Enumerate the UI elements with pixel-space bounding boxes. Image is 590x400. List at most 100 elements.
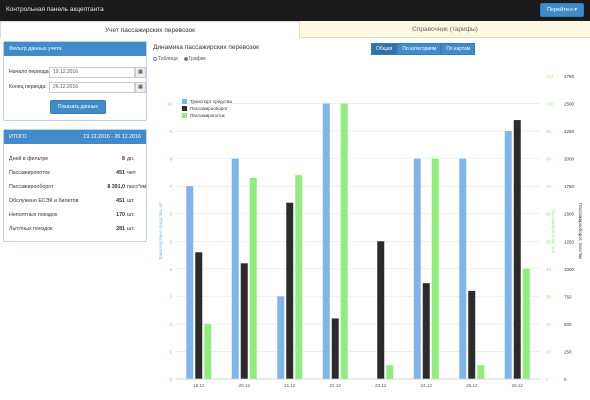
totals-row-label: Дней в фильтре (9, 156, 49, 162)
totals-row-label: Неполтных поездок (9, 212, 58, 218)
chart-bar (431, 158, 439, 379)
x-axis-tick-label: 25.12 (466, 383, 478, 388)
chart-bar (386, 365, 394, 379)
right-axis-tick-label: 30 (546, 294, 552, 299)
totals-row: Обслужено ЕСЭК и билетов 451 шт. (9, 196, 143, 207)
left-axis-tick-label: 3 (169, 294, 172, 299)
right-axis-tick-label: 20 (546, 322, 552, 327)
totals-row: Пассажирооборот 8 391,0 пасс*км (9, 182, 147, 193)
filter-panel-header: Фильтр данных учета (4, 42, 146, 56)
main-tabs: Учет пассажирских перевозок Справочник (… (0, 21, 590, 39)
right-axis-tick-label: 0 (546, 377, 549, 382)
chart-bar (422, 283, 430, 379)
x-axis-tick-label: 26.12 (512, 383, 524, 388)
chart-bar (322, 103, 330, 379)
totals-row-label: Пассажирооборот (9, 184, 54, 190)
totals-row-label: Пассажиропоток (9, 170, 50, 176)
right-axis-tick-label: 50 (546, 239, 552, 244)
far-right-axis-tick-label: 2500 (564, 102, 575, 107)
goto-dropdown-button[interactable]: Перейти к ▾ (539, 3, 584, 17)
far-right-axis-tick-label: 1250 (564, 239, 575, 244)
totals-row: Дней в фильтре 8 дн. (9, 154, 143, 165)
right-axis-tick-label: 40 (546, 267, 552, 272)
left-axis-tick-label: 7 (169, 184, 172, 189)
far-right-axis-tick-label: 0 (564, 377, 567, 382)
top-navbar: Контрольная панель акцептанта Перейти к … (0, 0, 590, 21)
right-axis-tick-label: 10 (546, 349, 552, 354)
tab-tariff-reference[interactable]: Справочник (тарифы) (300, 21, 590, 38)
chart-panel: Динамика пассажирских перевозок Таблица … (150, 41, 590, 400)
chart-bar (468, 290, 476, 379)
far-right-axis-tick-label: 2000 (564, 157, 575, 162)
end-date-row: Конец периода: 26.12.2016 ▦ (9, 82, 146, 94)
chart-bar (186, 186, 194, 379)
totals-row-unit: пасс*км (127, 184, 147, 190)
chart-bar (331, 318, 339, 379)
totals-row-unit: дн. (127, 156, 135, 162)
totals-row: Неполтных поездок 170 шт. (9, 210, 143, 221)
app-title: Контрольная панель акцептанта (6, 6, 104, 13)
far-right-axis-tick-label: 750 (564, 294, 572, 299)
passenger-chart: 0123456789100102030405060708090100110025… (158, 74, 583, 388)
far-right-axis-tick-label: 500 (564, 322, 572, 327)
legend-label: Пассажиропоток (190, 113, 225, 118)
start-date-row: Начало периода: 19.12.2016 ▦ (9, 67, 146, 79)
legend-label: Пассажирооборот (190, 106, 228, 111)
right-axis-tick-label: 90 (546, 129, 552, 134)
right-axis-tick-label: 110 (546, 74, 554, 79)
totals-period: 19.12.2016 - 26.12.2016 (83, 134, 141, 140)
left-axis-tick-label: 9 (169, 129, 172, 134)
x-axis-tick-label: 21.12 (284, 383, 296, 388)
x-axis-tick-label: 22.12 (330, 383, 342, 388)
left-axis-tick-label: 10 (167, 102, 173, 107)
chart-bar (377, 241, 385, 379)
totals-row-value: 8 391,0 (107, 184, 125, 190)
chart-bar (277, 296, 285, 379)
totals-panel: ИТОГО 19.12.2016 - 26.12.2016 Дней в фил… (3, 129, 147, 242)
totals-row: Пассажиропоток 451 чел (9, 168, 143, 179)
x-axis-tick-label: 20.12 (239, 383, 251, 388)
far-right-axis-tick-label: 2250 (564, 129, 575, 134)
calendar-icon[interactable]: ▦ (135, 67, 146, 78)
totals-title: ИТОГО (9, 134, 27, 140)
x-axis-tick-label: 19.12 (193, 383, 205, 388)
start-date-input[interactable]: 19.12.2016 (49, 67, 135, 78)
far-right-axis-tick-label: 1500 (564, 212, 575, 217)
totals-row-unit: шт. (127, 212, 135, 218)
far-right-axis-tick-label: 1750 (564, 184, 575, 189)
right-axis-title: Пассажиропоток, чел (551, 209, 556, 254)
left-axis-tick-label: 2 (169, 322, 172, 327)
right-axis-tick-label: 80 (546, 157, 552, 162)
left-axis-tick-label: 0 (169, 377, 172, 382)
chart-bar (413, 158, 421, 379)
show-data-button[interactable]: Показать данные учета (50, 100, 106, 122)
end-date-input[interactable]: 26.12.2016 (49, 82, 135, 93)
chart-bar (522, 268, 530, 379)
totals-row-unit: чел (127, 170, 136, 176)
left-axis-tick-label: 4 (169, 267, 172, 272)
right-axis-tick-label: 70 (546, 184, 552, 189)
chart-bar (477, 365, 485, 379)
chart-bar (231, 158, 239, 379)
left-axis-tick-label: 1 (169, 349, 172, 354)
totals-row-value: 451 (116, 198, 125, 204)
totals-row-value: 170 (116, 212, 125, 218)
totals-row-unit: шт. (127, 226, 135, 232)
totals-row-value: 281 (116, 226, 125, 232)
x-axis-tick-label: 23.12 (375, 383, 387, 388)
left-axis-title: Транспортные средства, шт (158, 202, 163, 260)
left-axis-tick-label: 8 (169, 157, 172, 162)
chart-bar (459, 158, 467, 379)
totals-row-label: Обслужено ЕСЭК и билетов (9, 198, 79, 204)
left-axis-tick-label: 5 (169, 239, 172, 244)
filter-panel: Фильтр данных учета Начало периода: 19.1… (3, 41, 147, 122)
totals-panel-header: ИТОГО 19.12.2016 - 26.12.2016 (4, 130, 146, 144)
calendar-icon[interactable]: ▦ (135, 82, 146, 93)
left-axis-tick-label: 6 (169, 212, 172, 217)
chart-bar (195, 252, 203, 379)
totals-row-value: 8 (122, 156, 125, 162)
legend-swatch (182, 113, 187, 118)
tab-passenger-accounting[interactable]: Учет пассажирских перевозок (0, 21, 300, 39)
chart-bar (340, 103, 348, 379)
legend-swatch (182, 99, 187, 104)
